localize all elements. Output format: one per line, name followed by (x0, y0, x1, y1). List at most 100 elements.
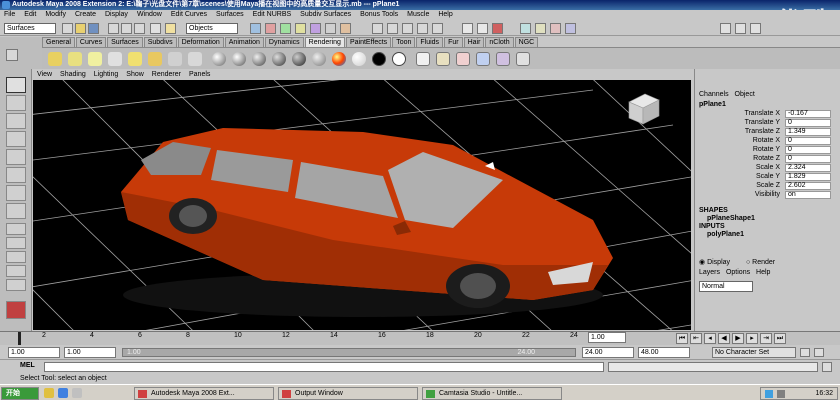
shelf-tab-dynamics[interactable]: Dynamics (264, 37, 304, 47)
attribute-row[interactable]: Scale Y 1.829 (695, 173, 840, 181)
shelf-tab-rendering[interactable]: Rendering (304, 37, 345, 47)
menu-edit-nurbs[interactable]: Edit NURBS (253, 10, 292, 20)
camera-aim-icon[interactable] (188, 52, 202, 66)
input-node-name[interactable]: polyPlane1 (695, 231, 840, 239)
layout-single-icon[interactable] (6, 223, 26, 235)
lambert-ball-icon[interactable] (212, 52, 226, 66)
volume-icon[interactable] (777, 390, 785, 398)
make-live-icon[interactable] (432, 23, 443, 34)
shelf-tab-fur[interactable]: Fur (444, 37, 463, 47)
shape-node-name[interactable]: pPlaneShape1 (695, 215, 840, 223)
select-joints-icon[interactable] (265, 23, 276, 34)
menu-edit[interactable]: Edit (24, 10, 36, 20)
menu-set-dropdown[interactable]: Surfaces (4, 23, 56, 34)
last-tool-icon[interactable] (6, 203, 26, 219)
taskbar-item-maya[interactable]: Autodesk Maya 2008 Ext... (134, 387, 274, 400)
shelf-tab-hair[interactable]: Hair (463, 37, 485, 47)
snap-point-icon[interactable] (402, 23, 413, 34)
step-back-frame-icon[interactable]: ◂ (704, 333, 716, 344)
show-tool-settings-icon[interactable] (735, 23, 746, 34)
quick-launch-desktop-icon[interactable] (58, 388, 68, 398)
shelf-tab-painteffects[interactable]: PaintEffects (345, 37, 392, 47)
blinn-ball-icon[interactable] (232, 52, 246, 66)
hypershade-icon[interactable] (476, 52, 490, 66)
menu-muscle[interactable]: Muscle (407, 10, 429, 20)
select-dynamics-icon[interactable] (325, 23, 336, 34)
snap-grid-icon[interactable] (372, 23, 383, 34)
ramp-shader-icon[interactable] (332, 52, 346, 66)
shading-map-icon[interactable] (392, 52, 406, 66)
panel-menu-show[interactable]: Show (126, 69, 144, 80)
batch-render-icon[interactable] (496, 52, 510, 66)
perspective-viewport[interactable] (33, 80, 691, 330)
layout-four-icon[interactable] (6, 237, 26, 249)
attribute-row[interactable]: Visibility on (695, 191, 840, 199)
save-scene-icon[interactable] (88, 23, 99, 34)
move-tool-icon[interactable] (6, 131, 26, 147)
construction-history-icon[interactable] (492, 23, 503, 34)
attribute-row[interactable]: Scale X 2.324 (695, 164, 840, 172)
attribute-row[interactable]: Translate X -0.167 (695, 110, 840, 118)
layer-menu-help[interactable]: Help (756, 269, 770, 276)
ipr-render-icon[interactable] (550, 23, 561, 34)
render-globals-icon[interactable] (516, 52, 530, 66)
shelf-tab-fluids[interactable]: Fluids (416, 37, 444, 47)
select-handles-icon[interactable] (250, 23, 261, 34)
menu-surfaces[interactable]: Surfaces (216, 10, 244, 20)
snap-view-plane-icon[interactable] (417, 23, 428, 34)
playback-end-field[interactable]: 24.00 (582, 347, 634, 358)
display-radio[interactable]: ◉ Display (699, 259, 730, 266)
rotate-tool-icon[interactable] (6, 149, 26, 165)
current-frame-field[interactable]: 1.00 (588, 332, 626, 343)
phonge-ball-icon[interactable] (272, 52, 286, 66)
shelf-tab-ngc[interactable]: NGC (514, 37, 539, 47)
camera-icon[interactable] (168, 52, 182, 66)
menu-help[interactable]: Help (438, 10, 452, 20)
panel-menu-renderer[interactable]: Renderer (152, 69, 181, 80)
step-forward-key-icon[interactable]: ⇥ (760, 333, 772, 344)
attribute-value[interactable]: 2.602 (785, 182, 831, 190)
render-current-icon[interactable] (436, 52, 450, 66)
layered-shader-icon[interactable] (312, 52, 326, 66)
shelf-tab-animation[interactable]: Animation (224, 37, 264, 47)
render-view-icon[interactable] (520, 23, 531, 34)
start-button[interactable]: 开始 (1, 387, 39, 400)
use-background-icon[interactable] (372, 52, 386, 66)
highlight-selection-icon[interactable] (165, 23, 176, 34)
layer-menu-layers[interactable]: Layers (699, 269, 720, 276)
object-name[interactable]: pPlane1 (695, 101, 840, 109)
script-editor-icon[interactable] (822, 362, 832, 372)
render-current-frame-icon[interactable] (535, 23, 546, 34)
select-deformations-icon[interactable] (310, 23, 321, 34)
attribute-value[interactable]: 0 (785, 137, 831, 145)
selection-mode-dropdown[interactable]: Objects (186, 23, 238, 34)
attribute-value[interactable]: 0 (785, 119, 831, 127)
select-component-icon[interactable] (134, 23, 145, 34)
attribute-value[interactable]: 1.829 (785, 173, 831, 181)
surface-shader-icon[interactable] (352, 52, 366, 66)
attribute-row[interactable]: Scale Z 2.602 (695, 182, 840, 190)
animation-start-field[interactable]: 1.00 (8, 347, 60, 358)
select-curves-icon[interactable] (280, 23, 291, 34)
step-forward-frame-icon[interactable]: ▸ (746, 333, 758, 344)
snap-curve-icon[interactable] (387, 23, 398, 34)
shelf-tab-surfaces[interactable]: Surfaces (107, 37, 143, 47)
render-view-window-icon[interactable] (416, 52, 430, 66)
animation-preferences-icon[interactable] (814, 348, 824, 357)
point-light-icon[interactable] (88, 52, 102, 66)
lock-selection-icon[interactable] (150, 23, 161, 34)
menu-display[interactable]: Display (105, 10, 128, 20)
layout-outliner-icon[interactable] (6, 279, 26, 291)
show-attribute-editor-icon[interactable] (720, 23, 731, 34)
shelf-tab-deformation[interactable]: Deformation (177, 37, 224, 47)
animation-end-field[interactable]: 48.00 (638, 347, 690, 358)
scale-tool-icon[interactable] (6, 167, 26, 183)
character-set-dropdown[interactable]: No Character Set (712, 347, 796, 358)
step-back-key-icon[interactable]: ⇤ (690, 333, 702, 344)
attribute-row[interactable]: Rotate Y 0 (695, 146, 840, 154)
taskbar-item-output[interactable]: Output Window (278, 387, 418, 400)
layer-blend-dropdown[interactable]: Normal (699, 281, 753, 292)
panel-menu-shading[interactable]: Shading (60, 69, 86, 80)
play-backwards-icon[interactable]: ◀ (718, 333, 730, 344)
open-scene-icon[interactable] (75, 23, 86, 34)
